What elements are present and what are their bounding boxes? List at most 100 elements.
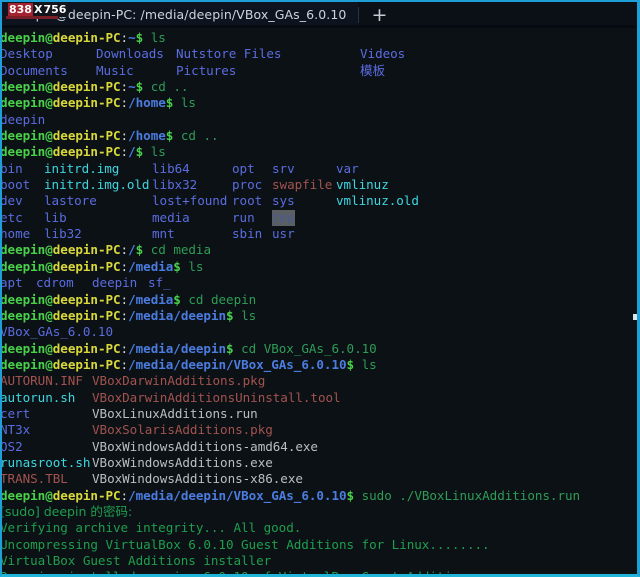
listing-entry: 模板 [360, 62, 386, 78]
terminal-window: deepin@deepin-PC: /media/deepin/VBox_GAs… [0, 0, 640, 577]
terminal-viewport[interactable]: deepin@deepin-PC:~$ ls Desktop Downloads Nu… [2, 28, 637, 574]
window-size-badge: 838 X756 [6, 2, 69, 17]
terminal-listing-line: TRANS.TBL VBoxWindowsAdditions-x86.exe [2, 471, 637, 487]
prompt-colon: : [120, 79, 129, 95]
prompt-path: /media/deepin [128, 307, 227, 323]
listing-entry: boot [2, 177, 31, 193]
prompt-at: @ [45, 258, 53, 274]
terminal-listing-line: runasroot.sh VBoxWindowsAdditions.exe [2, 455, 637, 471]
prompt-at: @ [45, 340, 53, 356]
terminal-prompt-line: deepin@deepin-PC:~$ cd .. [2, 79, 637, 95]
listing-entry: dev [2, 193, 23, 209]
prompt-at: @ [45, 30, 53, 45]
listing-entry: srv [272, 160, 295, 176]
listing-entry: lib32 [44, 226, 82, 242]
terminal-listing-line: autorun.sh VBoxDarwinAdditionsUninstall.t… [2, 390, 637, 406]
prompt-colon: : [120, 487, 129, 503]
listing-entry: swapfile [272, 177, 333, 193]
prompt-at: @ [45, 356, 53, 372]
scrollbar-marker[interactable] [633, 314, 637, 320]
prompt-colon: : [120, 307, 129, 323]
terminal-prompt-line: deepin@deepin-PC:/media/deepin/VBox_GAs_… [2, 488, 637, 504]
prompt-host: deepin-PC [52, 356, 121, 372]
prompt-host: deepin-PC [52, 340, 121, 356]
listing-entry: lib [44, 209, 67, 225]
listing-entry: lastore [44, 193, 97, 209]
listing-entry: Pictures [176, 62, 237, 78]
terminal-command: ls [233, 307, 257, 323]
prompt-at: @ [45, 291, 53, 307]
prompt-at: @ [45, 128, 53, 144]
prompt-host: deepin-PC [52, 242, 121, 258]
size-badge-underline [6, 16, 58, 19]
terminal-prompt-line: deepin@deepin-PC:/home$ ls [2, 95, 637, 111]
terminal-command: cd VBox_GAs_6.0.10 [233, 340, 377, 356]
terminal-command: cd .. [173, 128, 219, 144]
terminal-command: sudo ./VBoxLinuxAdditions.run [354, 487, 581, 503]
prompt-user: deepin [2, 79, 46, 95]
prompt-user: deepin [2, 291, 46, 307]
listing-entry: lib64 [152, 160, 190, 176]
prompt-user: deepin [2, 242, 46, 258]
prompt-host: deepin-PC [52, 30, 121, 45]
prompt-path: /media/deepin/VBox_GAs_6.0.10 [128, 356, 347, 372]
terminal-command: cd deepin [180, 291, 257, 307]
prompt-at: @ [45, 307, 53, 323]
terminal-output-text: [sudo] deepin 的密码: [2, 503, 133, 519]
listing-entry: deepin [92, 275, 138, 291]
terminal-listing-line: boot initrd.img.old libx32 proc swapfile vmli… [2, 177, 637, 193]
terminal-prompt-line: deepin@deepin-PC:/media/deepin$ cd VBox_… [2, 341, 637, 357]
listing-entry: Documents [2, 62, 68, 78]
listing-entry: apt [2, 275, 23, 291]
prompt-colon: : [120, 258, 129, 274]
prompt-host: deepin-PC [52, 487, 121, 503]
listing-entry: sf_ [148, 275, 171, 291]
listing-entry: AUTORUN.INF [2, 373, 83, 389]
titlebar: deepin@deepin-PC: /media/deepin/VBox_GAs… [2, 0, 637, 28]
terminal-listing-line: bin initrd.img lib64 opt srv var [2, 161, 637, 177]
listing-entry: deepin [2, 111, 46, 127]
listing-entry: initrd.img [44, 160, 120, 176]
prompt-colon: : [120, 340, 129, 356]
listing-entry: vmlinuz.old [336, 193, 419, 209]
prompt-dollar: $ [346, 356, 355, 372]
prompt-host: deepin-PC [52, 128, 121, 144]
prompt-at: @ [45, 242, 53, 258]
listing-entry: usr [272, 226, 295, 242]
terminal-output-line: Verifying archive integrity... All good. [2, 520, 637, 536]
terminal-prompt-line: deepin@deepin-PC:/$ ls [2, 144, 637, 160]
listing-entry: NT3x [2, 422, 31, 438]
prompt-colon: : [120, 95, 129, 111]
prompt-at: @ [45, 487, 53, 503]
terminal-output-text: Verifying archive integrity... All good. [2, 520, 302, 536]
listing-entry: runasroot.sh [2, 454, 91, 470]
prompt-host: deepin-PC [52, 307, 121, 323]
prompt-user: deepin [2, 258, 46, 274]
listing-entry: Videos [360, 46, 406, 62]
prompt-host: deepin-PC [52, 258, 121, 274]
listing-entry: var [336, 160, 359, 176]
terminal-listing-line: deepin [2, 112, 637, 128]
prompt-user: deepin [2, 128, 46, 144]
terminal-listing-line: NT3x VBoxSolarisAdditions.pkg [2, 422, 637, 438]
prompt-path: ~ [128, 79, 136, 95]
terminal-listing-line: VBox_GAs_6.0.10 [2, 324, 637, 340]
listing-entry: Music [96, 62, 134, 78]
listing-entry: opt [232, 160, 255, 176]
terminal-command: ls [143, 144, 166, 160]
terminal-prompt-line: deepin@deepin-PC:/media/deepin$ ls [2, 308, 637, 324]
prompt-dollar: $ [173, 291, 181, 307]
prompt-user: deepin [2, 95, 46, 111]
listing-entry: run [232, 209, 255, 225]
terminal-output-line: Uncompressing VirtualBox 6.0.10 Guest Ad… [2, 537, 637, 553]
terminal-listing-line: home lib32 mnt sbin usr [2, 226, 637, 242]
prompt-path: /home [128, 128, 166, 144]
prompt-path: ~ [128, 30, 136, 45]
listing-entry: sbin [232, 226, 263, 242]
listing-entry: VBoxDarwinAdditionsUninstall.tool [92, 389, 341, 405]
listing-entry: OS2 [2, 438, 23, 454]
terminal-listing-line: apt cdrom deepin sf_ [2, 275, 637, 291]
listing-entry: VBoxWindowsAdditions-amd64.exe [92, 438, 318, 454]
terminal-output-text: Removing installed version 6.0.10 of Vir… [2, 569, 497, 574]
terminal-output-line: [sudo] deepin 的密码: [2, 504, 637, 520]
